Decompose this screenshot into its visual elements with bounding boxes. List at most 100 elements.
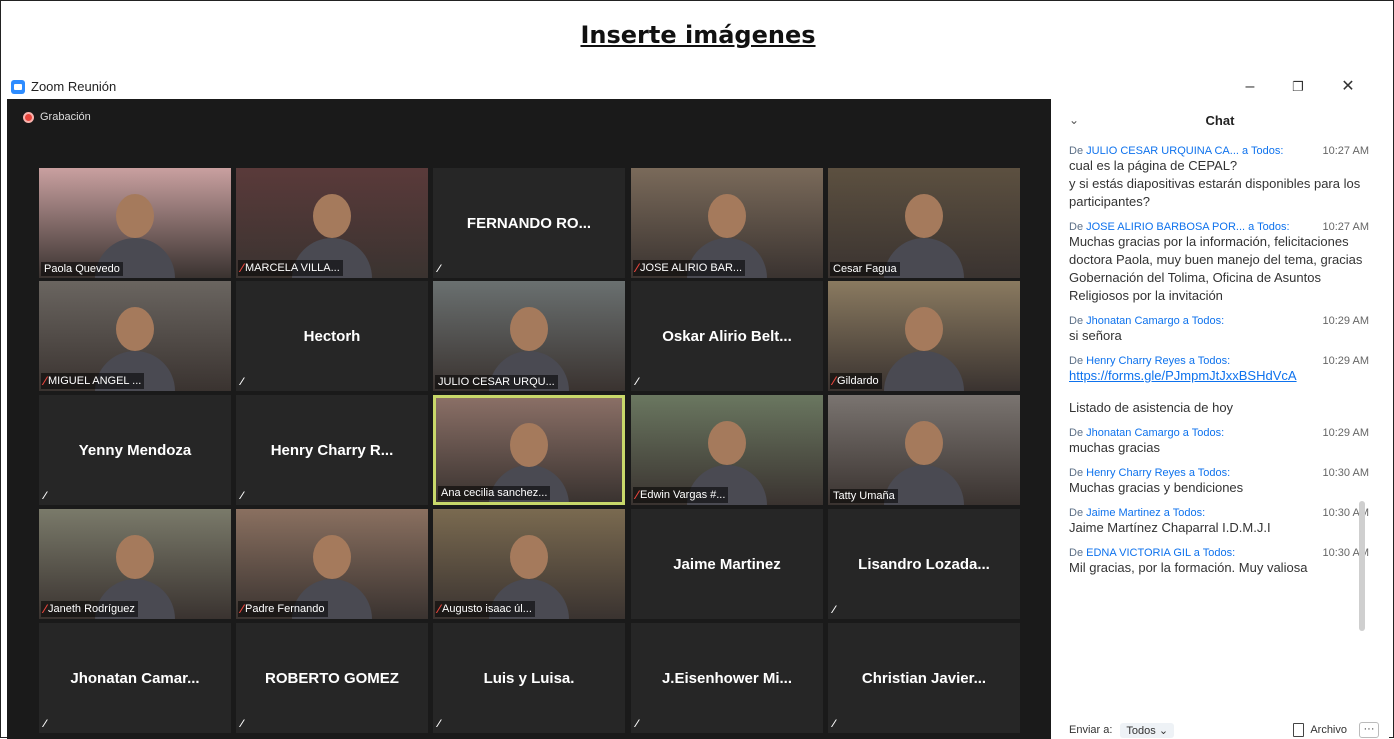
zoom-logo-icon (11, 80, 25, 94)
mic-muted-icon: ⁄ (438, 602, 441, 616)
message-sender[interactable]: Jaime Martinez (1086, 507, 1161, 519)
participant-tile[interactable]: ⁄ MIGUEL ANGEL ... (39, 281, 231, 391)
participant-face (905, 421, 943, 466)
message-sender[interactable]: JULIO CESAR URQUINA CA... (1086, 145, 1239, 157)
participant-tile[interactable]: ⁄ MARCELA VILLA... (236, 168, 428, 278)
message-text: si señora (1069, 328, 1122, 343)
chat-scrollbar[interactable] (1359, 501, 1365, 631)
close-button[interactable]: ✕ (1333, 77, 1363, 97)
mic-muted-icon: ⁄ (44, 374, 47, 388)
mic-muted-icon: ⁄ (241, 376, 243, 388)
participant-name-label: ⁄ MARCELA VILLA... (238, 260, 343, 276)
restore-button[interactable]: ❐ (1283, 77, 1313, 97)
participant-tile[interactable]: ⁄ JOSE ALIRIO BAR... (631, 168, 823, 278)
participant-name: JOSE ALIRIO BAR... (640, 262, 743, 274)
recording-label: Grabación (40, 111, 91, 123)
participant-tile[interactable]: ⁄ Padre Fernando (236, 509, 428, 619)
chat-title: Chat (1205, 113, 1235, 128)
participant-body (884, 351, 964, 391)
participant-face (510, 307, 548, 352)
document-frame: Inserte imágenes Zoom Reunión – ❐ ✕ Grab… (0, 0, 1394, 739)
chat-messages[interactable]: De JULIO CESAR URQUINA CA... a Todos: 10:… (1069, 145, 1369, 587)
message-time: 10:30 AM (1322, 467, 1369, 479)
chat-message: De Jhonatan Camargo a Todos: 10:29 AM si … (1069, 315, 1369, 343)
participant-name: Jhonatan Camar... (70, 669, 200, 687)
participant-tile[interactable]: ⁄ Gildardo (828, 281, 1020, 391)
participant-face (116, 194, 154, 239)
participant-name: Ana cecilia sanchez... (441, 487, 548, 499)
file-button[interactable]: Archivo (1293, 723, 1347, 737)
participant-face (510, 422, 548, 467)
participant-tile[interactable]: JULIO CESAR URQU... (433, 281, 625, 391)
participant-name-label: ⁄ JOSE ALIRIO BAR... (633, 260, 746, 276)
mic-muted-icon: ⁄ (833, 718, 835, 730)
zoom-titlebar: Zoom Reunión – ❐ ✕ (7, 77, 1389, 99)
mic-muted-icon: ⁄ (241, 602, 244, 616)
message-sender[interactable]: JOSE ALIRIO BARBOSA POR... (1086, 221, 1245, 233)
participant-name: Lisandro Lozada... (858, 555, 990, 573)
mic-muted-icon: ⁄ (438, 718, 440, 730)
mic-muted-icon: ⁄ (833, 374, 836, 388)
recording-indicator: Grabación (23, 111, 91, 123)
mic-muted-icon: ⁄ (241, 261, 244, 275)
mic-muted-icon: ⁄ (241, 718, 243, 730)
participant-name: MIGUEL ANGEL ... (48, 375, 142, 387)
mic-muted-icon: ⁄ (44, 602, 47, 616)
participant-tile[interactable]: Hectorh ⁄ (236, 281, 428, 391)
participant-tile[interactable]: ⁄ Janeth Rodríguez (39, 509, 231, 619)
participant-tile[interactable]: Tatty Umaña (828, 395, 1020, 505)
participant-tile[interactable]: Henry Charry R... ⁄ (236, 395, 428, 505)
participant-name-label: ⁄ Edwin Vargas #... (633, 487, 729, 503)
message-sender[interactable]: Henry Charry Reyes (1086, 355, 1186, 367)
chat-message: De EDNA VICTORIA GIL a Todos: 10:30 AM Mi… (1069, 547, 1369, 575)
participant-name: Henry Charry R... (270, 441, 394, 459)
participant-tile[interactable]: ROBERTO GOMEZ ⁄ (236, 623, 428, 733)
chat-message: De Henry Charry Reyes a Todos: 10:29 AM h… (1069, 355, 1369, 415)
more-options-button[interactable]: ··· (1359, 722, 1379, 738)
minimize-button[interactable]: – (1235, 77, 1265, 97)
participant-tile[interactable]: ⁄ Edwin Vargas #... (631, 395, 823, 505)
participant-tile[interactable]: Luis y Luisa. ⁄ (433, 623, 625, 733)
send-to-dropdown[interactable]: Todos ⌄ (1120, 722, 1175, 738)
participant-name: J.Eisenhower Mi... (661, 669, 793, 687)
mic-muted-icon: ⁄ (44, 718, 46, 730)
chat-message: De Jhonatan Camargo a Todos: 10:29 AM muc… (1069, 427, 1369, 455)
participant-tile[interactable]: Oskar Alirio Belt... ⁄ (631, 281, 823, 391)
participant-tile[interactable]: Paola Quevedo (39, 168, 231, 278)
mic-muted-icon: ⁄ (636, 718, 638, 730)
participant-tile[interactable]: Lisandro Lozada... ⁄ (828, 509, 1020, 619)
participant-name-label: JULIO CESAR URQU... (435, 375, 558, 389)
message-sender[interactable]: Jhonatan Camargo (1086, 315, 1180, 327)
participant-tile[interactable]: J.Eisenhower Mi... ⁄ (631, 623, 823, 733)
participant-name: Christian Javier... (861, 669, 987, 687)
mic-muted-icon: ⁄ (833, 604, 835, 616)
message-link[interactable]: https://forms.gle/PJmpmJtJxxBSHdVcA (1069, 367, 1369, 385)
participant-face (708, 194, 746, 239)
participant-tile[interactable]: Jaime Martinez (631, 509, 823, 619)
message-sender[interactable]: EDNA VICTORIA GIL (1086, 547, 1191, 559)
participant-name: Tatty Umaña (833, 490, 895, 502)
participant-tile[interactable]: Yenny Mendoza ⁄ (39, 395, 231, 505)
chat-message: De Henry Charry Reyes a Todos: 10:30 AM M… (1069, 467, 1369, 495)
participant-tile[interactable]: Cesar Fagua (828, 168, 1020, 278)
participant-name-label: ⁄ Janeth Rodríguez (41, 601, 138, 617)
participant-tile[interactable]: ⁄ Augusto isaac úl... (433, 509, 625, 619)
participant-face (116, 307, 154, 352)
message-text: Muchas gracias y bendiciones (1069, 480, 1244, 495)
participant-name: Paola Quevedo (44, 263, 120, 275)
participant-tile[interactable]: Ana cecilia sanchez... (433, 395, 625, 505)
participant-face (708, 421, 746, 466)
chat-message: De Jaime Martinez a Todos: 10:30 AM Jaime… (1069, 507, 1369, 535)
participant-name-label: ⁄ Gildardo (830, 373, 882, 389)
participant-face (510, 535, 548, 580)
participant-tile[interactable]: Jhonatan Camar... ⁄ (39, 623, 231, 733)
message-sender[interactable]: Jhonatan Camargo (1086, 427, 1180, 439)
participant-tile[interactable]: Christian Javier... ⁄ (828, 623, 1020, 733)
participant-face (905, 307, 943, 352)
chat-panel: ⌄ Chat De JULIO CESAR URQUINA CA... a To… (1051, 99, 1389, 739)
participant-tile[interactable]: FERNANDO RO... ⁄ (433, 168, 625, 278)
message-text: muchas gracias (1069, 440, 1161, 455)
participant-name: ROBERTO GOMEZ (265, 669, 399, 687)
message-text: Muchas gracias por la información, felic… (1069, 234, 1363, 303)
message-sender[interactable]: Henry Charry Reyes (1086, 467, 1186, 479)
